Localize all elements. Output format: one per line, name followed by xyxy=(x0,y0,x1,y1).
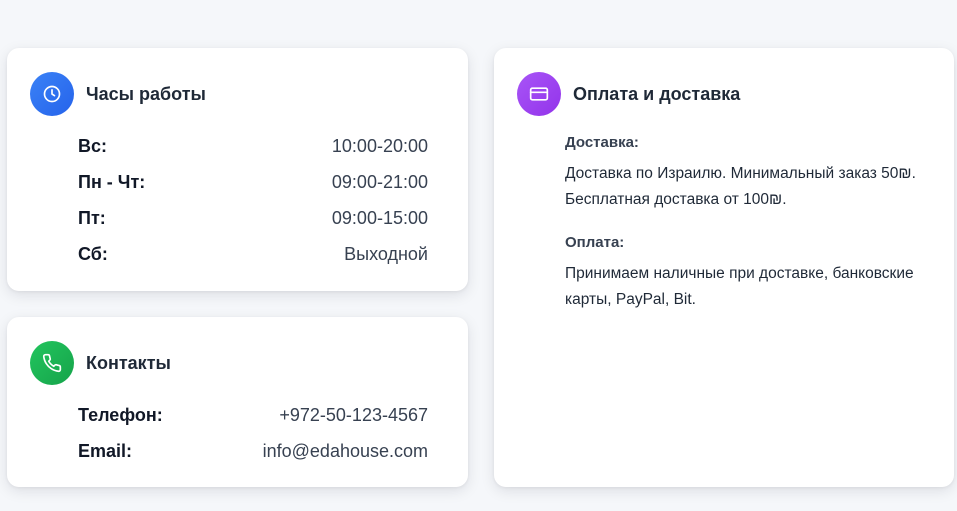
hours-row-mon-thu: Пн - Чт: 09:00-21:00 xyxy=(78,164,428,200)
payment-delivery-title: Оплата и доставка xyxy=(573,83,741,104)
working-hours-header: Часы работы xyxy=(30,72,206,116)
contacts-list: Телефон: +972-50-123-4567 Email: info@ed… xyxy=(78,397,428,469)
hours-time-value: Выходной xyxy=(344,243,428,264)
hours-row-saturday: Сб: Выходной xyxy=(78,236,428,272)
hours-day-label: Пт: xyxy=(78,207,106,228)
payment-text: Принимаем наличные при доставке, банковс… xyxy=(565,265,914,308)
hours-day-label: Вс: xyxy=(78,135,108,156)
payment-heading: Оплата: xyxy=(565,234,625,251)
hours-time-value: 09:00-21:00 xyxy=(331,171,428,192)
email-label: Email: xyxy=(78,440,133,461)
contacts-title: Контакты xyxy=(86,352,171,373)
payment-delivery-header: Оплата и доставка xyxy=(517,72,740,116)
contact-row-phone: Телефон: +972-50-123-4567 xyxy=(78,397,428,433)
hours-day-label: Сб: xyxy=(78,243,108,264)
clock-icon xyxy=(30,72,74,116)
email-value[interactable]: info@edahouse.com xyxy=(263,441,428,462)
phone-value[interactable]: +972-50-123-4567 xyxy=(279,405,428,426)
hours-day-label: Пн - Чт: xyxy=(78,171,146,192)
contacts-card: Контакты Телефон: +972-50-123-4567 Email… xyxy=(7,317,468,487)
phone-label: Телефон: xyxy=(78,404,163,425)
contacts-header: Контакты xyxy=(30,341,171,385)
credit-card-icon xyxy=(517,72,561,116)
delivery-text: Доставка по Израилю. Минимальный заказ 5… xyxy=(565,165,916,208)
working-hours-title: Часы работы xyxy=(86,83,206,104)
hours-time-value: 10:00-20:00 xyxy=(331,135,428,156)
hours-row-friday: Пт: 09:00-15:00 xyxy=(78,200,428,236)
delivery-section: Доставка: Доставка по Израилю. Минимальн… xyxy=(565,134,918,213)
hours-time-value: 09:00-15:00 xyxy=(331,207,428,228)
working-hours-list: Вс: 10:00-20:00 Пн - Чт: 09:00-21:00 Пт:… xyxy=(78,128,428,272)
delivery-heading: Доставка: xyxy=(565,134,639,151)
payment-delivery-card: Оплата и доставка Доставка: Доставка по … xyxy=(494,48,954,487)
phone-icon xyxy=(30,341,74,385)
working-hours-card: Часы работы Вс: 10:00-20:00 Пн - Чт: 09:… xyxy=(7,48,468,291)
payment-section: Оплата: Принимаем наличные при доставке,… xyxy=(565,234,918,313)
hours-row-sunday: Вс: 10:00-20:00 xyxy=(78,128,428,164)
contact-row-email: Email: info@edahouse.com xyxy=(78,433,428,469)
